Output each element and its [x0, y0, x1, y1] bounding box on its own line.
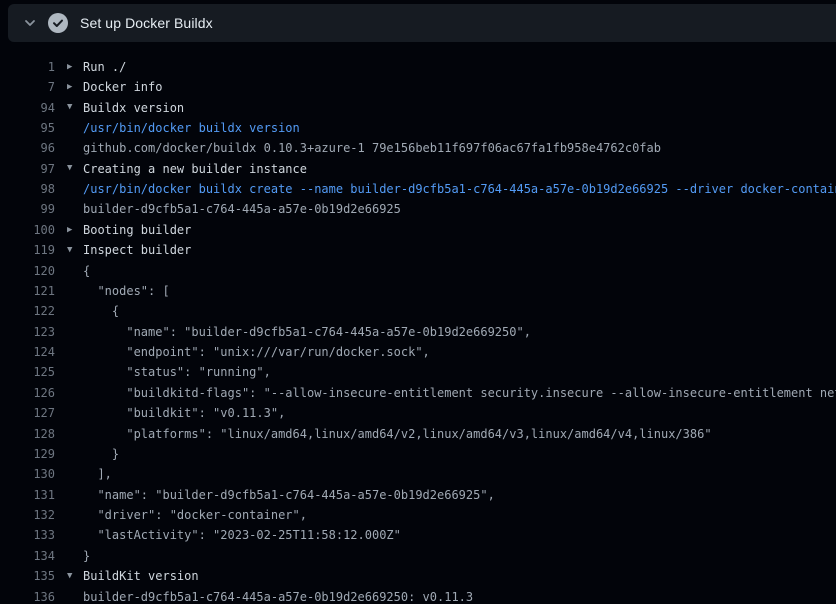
log-output-text: "driver": "docker-container", — [83, 508, 307, 522]
log-line: 127 "buildkit": "v0.11.3", — [0, 403, 836, 423]
log-output-text: "name": "builder-d9cfb5a1-c764-445a-a57e… — [83, 325, 531, 339]
step-header[interactable]: Set up Docker Buildx — [8, 4, 836, 42]
triangle-right-icon[interactable]: ▶ — [55, 77, 83, 97]
line-number[interactable]: 135 — [0, 569, 55, 583]
line-number[interactable]: 94 — [0, 101, 55, 115]
triangle-down-icon[interactable]: ▼ — [55, 97, 83, 117]
line-number[interactable]: 134 — [0, 549, 55, 563]
log-output-text: ], — [83, 467, 112, 481]
log-group-title[interactable]: Creating a new builder instance — [83, 162, 307, 176]
line-number[interactable]: 99 — [0, 202, 55, 216]
log-line[interactable]: 97▼Creating a new builder instance — [0, 158, 836, 178]
log-line: 95/usr/bin/docker buildx version — [0, 118, 836, 138]
log-line: 129 } — [0, 444, 836, 464]
log-lines: 1▶Run ./7▶Docker info94▼Buildx version95… — [0, 57, 836, 604]
log-output-text: "lastActivity": "2023-02-25T11:58:12.000… — [83, 528, 401, 542]
log-output-text: "buildkit": "v0.11.3", — [83, 406, 285, 420]
log-group-title[interactable]: Docker info — [83, 80, 162, 94]
log-group-title[interactable]: Run ./ — [83, 60, 126, 74]
triangle-right-icon[interactable]: ▶ — [55, 57, 83, 77]
log-line: 124 "endpoint": "unix:///var/run/docker.… — [0, 342, 836, 362]
line-number[interactable]: 129 — [0, 447, 55, 461]
log-output-text: builder-d9cfb5a1-c764-445a-a57e-0b19d2e6… — [83, 590, 473, 604]
log-output-text: github.com/docker/buildx 0.10.3+azure-1 … — [83, 141, 661, 155]
log-group-title[interactable]: Buildx version — [83, 101, 184, 115]
line-number[interactable]: 96 — [0, 141, 55, 155]
check-circle-icon — [48, 13, 68, 33]
log-output-text: } — [83, 549, 90, 563]
log-line[interactable]: 119▼Inspect builder — [0, 240, 836, 260]
log-line: 134} — [0, 546, 836, 566]
line-number[interactable]: 95 — [0, 121, 55, 135]
log-group-title[interactable]: BuildKit version — [83, 569, 199, 583]
log-line[interactable]: 135▼BuildKit version — [0, 566, 836, 586]
line-number[interactable]: 132 — [0, 508, 55, 522]
log-output-text: builder-d9cfb5a1-c764-445a-a57e-0b19d2e6… — [83, 202, 401, 216]
log-line: 96 github.com/docker/buildx 0.10.3+azure-… — [0, 138, 836, 158]
log-group-title[interactable]: Inspect builder — [83, 243, 191, 257]
log-output-text: } — [83, 447, 119, 461]
log-output-text: "status": "running", — [83, 365, 271, 379]
log-output-text: "platforms": "linux/amd64,linux/amd64/v2… — [83, 427, 712, 441]
log-line: 120 { — [0, 260, 836, 280]
log-line: 131 "name": "builder-d9cfb5a1-c764-445a-… — [0, 484, 836, 504]
log-line: 126 "buildkitd-flags": "--allow-insecure… — [0, 383, 836, 403]
line-number[interactable]: 98 — [0, 182, 55, 196]
line-number[interactable]: 120 — [0, 264, 55, 278]
log-output-text: "name": "builder-d9cfb5a1-c764-445a-a57e… — [83, 488, 495, 502]
line-number[interactable]: 121 — [0, 284, 55, 298]
line-number[interactable]: 130 — [0, 467, 55, 481]
line-number[interactable]: 1 — [0, 60, 55, 74]
line-number[interactable]: 7 — [0, 80, 55, 94]
log-command-text: /usr/bin/docker buildx version — [83, 121, 300, 135]
log-output-text: "buildkitd-flags": "--allow-insecure-ent… — [83, 386, 836, 400]
log-group-title[interactable]: Booting builder — [83, 223, 191, 237]
line-number[interactable]: 126 — [0, 386, 55, 400]
log-line: 133 "lastActivity": "2023-02-25T11:58:12… — [0, 525, 836, 545]
triangle-down-icon[interactable]: ▼ — [55, 240, 83, 260]
log-line: 136 builder-d9cfb5a1-c764-445a-a57e-0b19d… — [0, 586, 836, 604]
log-line: 121 "nodes": [ — [0, 281, 836, 301]
triangle-down-icon[interactable]: ▼ — [55, 158, 83, 178]
line-number[interactable]: 97 — [0, 162, 55, 176]
log-output-text: { — [83, 304, 119, 318]
log-line: 128 "platforms": "linux/amd64,linux/amd6… — [0, 423, 836, 443]
log-output-text: "nodes": [ — [83, 284, 170, 298]
log-command-text: /usr/bin/docker buildx create --name bui… — [83, 182, 836, 196]
line-number[interactable]: 125 — [0, 365, 55, 379]
log-line[interactable]: 7▶Docker info — [0, 77, 836, 97]
line-number[interactable]: 131 — [0, 488, 55, 502]
log-line: 125 "status": "running", — [0, 362, 836, 382]
line-number[interactable]: 124 — [0, 345, 55, 359]
line-number[interactable]: 136 — [0, 590, 55, 604]
log-line: 122 { — [0, 301, 836, 321]
line-number[interactable]: 133 — [0, 528, 55, 542]
line-number[interactable]: 122 — [0, 304, 55, 318]
line-number[interactable]: 127 — [0, 406, 55, 420]
line-number[interactable]: 128 — [0, 427, 55, 441]
line-number[interactable]: 100 — [0, 223, 55, 237]
line-number[interactable]: 123 — [0, 325, 55, 339]
line-number[interactable]: 119 — [0, 243, 55, 257]
log-output-text: "endpoint": "unix:///var/run/docker.sock… — [83, 345, 430, 359]
log-line[interactable]: 100▶Booting builder — [0, 220, 836, 240]
log-line[interactable]: 1▶Run ./ — [0, 57, 836, 77]
log-line: 130 ], — [0, 464, 836, 484]
triangle-right-icon[interactable]: ▶ — [55, 220, 83, 240]
log-line: 98/usr/bin/docker buildx create --name b… — [0, 179, 836, 199]
step-title: Set up Docker Buildx — [80, 15, 213, 31]
log-output-text: { — [83, 264, 90, 278]
triangle-down-icon[interactable]: ▼ — [55, 566, 83, 586]
log-line: 132 "driver": "docker-container", — [0, 505, 836, 525]
log-line: 123 "name": "builder-d9cfb5a1-c764-445a-… — [0, 321, 836, 341]
log-line[interactable]: 94▼Buildx version — [0, 97, 836, 117]
log-line: 99 builder-d9cfb5a1-c764-445a-a57e-0b19d2… — [0, 199, 836, 219]
chevron-down-icon[interactable] — [18, 11, 42, 35]
